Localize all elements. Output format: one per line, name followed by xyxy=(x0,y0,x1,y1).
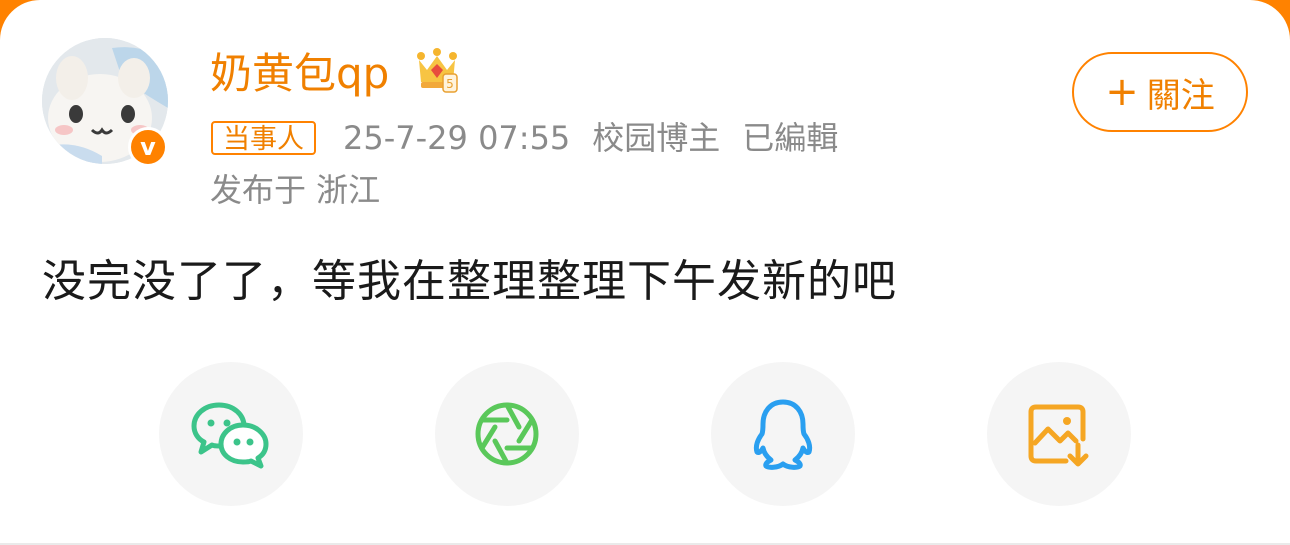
share-moments-button[interactable] xyxy=(435,362,579,506)
qq-icon xyxy=(753,399,813,470)
post-timestamp: 25-7-29 07:55 xyxy=(343,119,571,157)
wechat-icon xyxy=(191,402,269,469)
vip-crown-icon: 5 xyxy=(417,48,458,93)
share-qq-button[interactable] xyxy=(711,362,855,506)
moments-icon xyxy=(475,402,539,466)
post-text: 没完没了了，等我在整理整理下午发新的吧 xyxy=(42,256,897,307)
post-card: v 奶黄包qp 5 当事人 25-7-29 07:55 校园博主 已編輯 发布于 浙… xyxy=(0,0,1290,545)
follow-button[interactable]: + 關注 xyxy=(1072,52,1248,132)
edited-label[interactable]: 已編輯 xyxy=(742,119,838,157)
verified-badge-icon: v xyxy=(128,127,168,167)
plus-icon: + xyxy=(1105,69,1139,115)
post-location: 发布于 浙江 xyxy=(210,171,381,209)
follow-label: 關注 xyxy=(1146,75,1215,116)
svg-text:5: 5 xyxy=(446,77,454,91)
post-meta: 25-7-29 07:55 校园博主 已編輯 xyxy=(343,116,860,160)
author-type: 校园博主 xyxy=(592,119,721,157)
author-name[interactable]: 奶黄包qp xyxy=(210,44,389,104)
save-image-button[interactable] xyxy=(987,362,1131,506)
share-wechat-button[interactable] xyxy=(159,362,303,506)
save-image-icon xyxy=(1028,404,1089,467)
role-badge: 当事人 xyxy=(211,121,316,155)
